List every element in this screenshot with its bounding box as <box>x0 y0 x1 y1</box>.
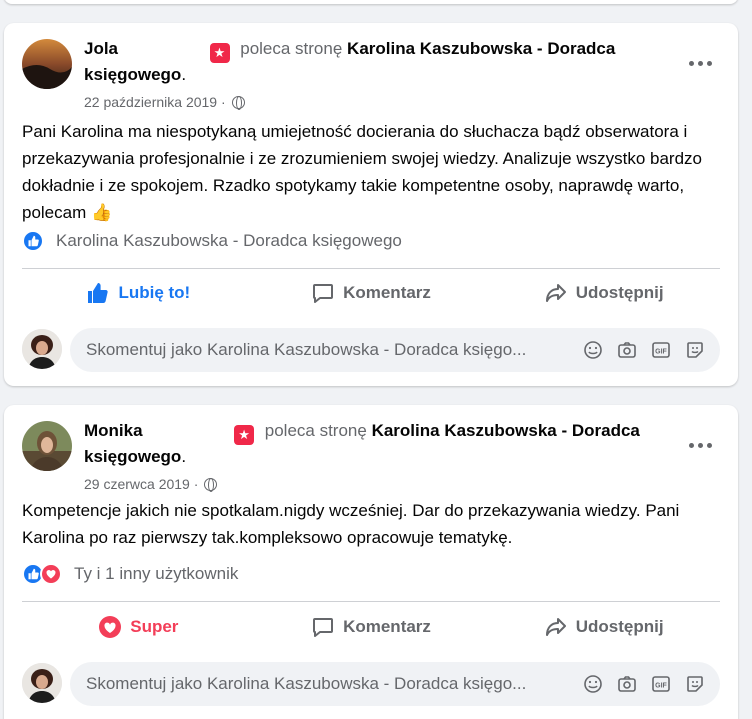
emoji-icon[interactable] <box>582 673 604 695</box>
like-button-label: Lubię to! <box>118 283 191 302</box>
commenter-avatar[interactable] <box>22 663 62 703</box>
divider <box>22 601 720 602</box>
comment-icon <box>313 284 334 303</box>
svg-text:GIF: GIF <box>655 349 667 356</box>
recommends-label: poleca stronę <box>264 421 367 440</box>
sticker-icon[interactable] <box>684 339 706 361</box>
share-icon <box>545 618 566 636</box>
reactions-summary[interactable]: Karolina Kaszubowska - Doradca księgoweg… <box>22 228 720 254</box>
comment-placeholder: Skomentuj jako Karolina Kaszubowska - Do… <box>86 340 527 359</box>
recommendation-post: Jola ★ poleca stronę Karolina Kaszubowsk… <box>4 23 738 386</box>
gif-icon[interactable]: GIF <box>650 339 672 361</box>
post-actions: Super Komentarz Udostępnij <box>22 605 720 649</box>
share-button[interactable]: Udostępnij <box>487 605 720 649</box>
sticker-icon[interactable] <box>684 673 706 695</box>
comment-tools: GIF <box>582 673 720 695</box>
comment-icon <box>313 618 334 637</box>
more-options-button[interactable] <box>682 45 718 81</box>
comment-button[interactable]: Komentarz <box>255 271 488 315</box>
previous-post-card <box>4 0 738 4</box>
globe-icon <box>204 477 218 492</box>
share-button-label: Udostępnij <box>575 283 664 302</box>
gif-icon[interactable]: GIF <box>650 673 672 695</box>
reactions-summary[interactable]: Ty i 1 inny użytkownik <box>22 561 720 587</box>
post-meta: 22 października 2019 · <box>84 90 664 114</box>
comment-tools: GIF <box>582 339 720 361</box>
comment-placeholder: Skomentuj jako Karolina Kaszubowska - Do… <box>86 674 527 693</box>
share-button-label: Udostępnij <box>575 617 664 636</box>
redaction-mark <box>123 41 201 55</box>
like-icon <box>22 230 44 252</box>
thumbs-up-icon <box>88 283 109 303</box>
post-header: Monika ★ poleca stronę Karolina Kaszubow… <box>22 419 720 492</box>
comment-composer: Skomentuj jako Karolina Kaszubowska - Do… <box>22 662 720 706</box>
svg-text:GIF: GIF <box>655 683 667 690</box>
post-headline: Jola ★ poleca stronę Karolina Kaszubowsk… <box>84 37 664 114</box>
redaction-mark <box>147 423 225 437</box>
recommends-label: poleca stronę <box>240 39 343 58</box>
heart-icon <box>99 616 122 638</box>
emoji-icon[interactable] <box>582 339 604 361</box>
comment-button-label: Komentarz <box>343 283 431 302</box>
post-date[interactable]: 22 października 2019 · <box>84 90 226 114</box>
recommendation-post: Monika ★ poleca stronę Karolina Kaszubow… <box>4 405 738 719</box>
comment-input[interactable]: Skomentuj jako Karolina Kaszubowska - Do… <box>70 328 720 372</box>
comment-composer: Skomentuj jako Karolina Kaszubowska - Do… <box>22 328 720 372</box>
globe-icon <box>231 95 245 110</box>
post-header: Jola ★ poleca stronę Karolina Kaszubowsk… <box>22 37 720 110</box>
comment-button[interactable]: Komentarz <box>255 605 488 649</box>
comment-button-label: Komentarz <box>343 617 431 636</box>
post-headline: Monika ★ poleca stronę Karolina Kaszubow… <box>84 419 664 496</box>
post-date[interactable]: 29 czerwca 2019 · <box>84 472 198 496</box>
camera-icon[interactable] <box>616 673 638 695</box>
post-text: Pani Karolina ma niespotykaną umiejetnoś… <box>22 122 702 222</box>
post-text: Kompetencje jakich nie spotkalam.nigdy w… <box>22 501 680 547</box>
more-options-button[interactable] <box>682 427 718 463</box>
post-meta: 29 czerwca 2019 · <box>84 472 664 496</box>
commenter-avatar[interactable] <box>22 329 62 369</box>
super-button-label: Super <box>130 617 179 636</box>
author-avatar[interactable] <box>22 39 72 89</box>
reactions-label: Karolina Kaszubowska - Doradca księgoweg… <box>56 231 402 250</box>
comment-input[interactable]: Skomentuj jako Karolina Kaszubowska - Do… <box>70 662 720 706</box>
reactions-label: Ty i 1 inny użytkownik <box>74 564 239 583</box>
author-avatar[interactable] <box>22 421 72 471</box>
post-actions: Lubię to! Komentarz Udostępnij <box>22 271 720 315</box>
camera-icon[interactable] <box>616 339 638 361</box>
recommendation-badge-icon: ★ <box>234 425 255 445</box>
share-icon <box>545 284 566 302</box>
share-button[interactable]: Udostępnij <box>487 271 720 315</box>
like-button[interactable]: Lubię to! <box>22 271 255 315</box>
super-button[interactable]: Super <box>22 605 255 649</box>
author-name[interactable]: Monika <box>84 421 143 440</box>
recommendation-badge-icon: ★ <box>209 43 230 63</box>
love-icon <box>40 563 62 585</box>
divider <box>22 268 720 269</box>
author-name[interactable]: Jola <box>84 39 118 58</box>
